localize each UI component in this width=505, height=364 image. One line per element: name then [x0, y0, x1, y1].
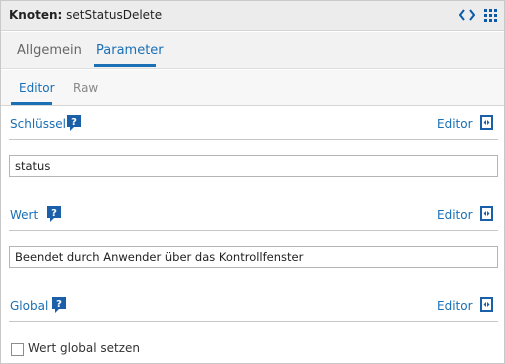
global-value-checkbox[interactable]: [11, 343, 24, 356]
value-label: Wert: [10, 208, 39, 222]
svg-text:?: ?: [71, 117, 77, 128]
expand-editor-icon[interactable]: [480, 206, 493, 221]
divider: [9, 230, 498, 231]
panel-title: Knoten: setStatusDelete: [9, 8, 162, 22]
key-input[interactable]: [9, 155, 498, 177]
tab-allgemein[interactable]: Allgemein: [17, 43, 82, 58]
grid-menu-icon[interactable]: [484, 9, 497, 22]
key-editor-link[interactable]: Editor: [437, 117, 473, 131]
code-brackets-icon[interactable]: [458, 7, 476, 23]
expand-editor-icon[interactable]: [480, 297, 493, 312]
node-properties-panel: Knoten: setStatusDelete Allgemein Parame…: [0, 0, 505, 364]
checkbox-label: Wert global setzen: [28, 341, 141, 355]
global-label: Global: [10, 299, 49, 313]
expand-editor-icon[interactable]: [480, 115, 493, 130]
subtab-raw[interactable]: Raw: [73, 81, 98, 95]
help-icon[interactable]: ?: [67, 115, 81, 131]
node-name: setStatusDelete: [66, 8, 163, 22]
help-icon[interactable]: ?: [52, 297, 66, 313]
divider: [9, 321, 498, 322]
divider: [9, 139, 498, 140]
help-icon[interactable]: ?: [47, 206, 61, 222]
subtab-editor[interactable]: Editor: [19, 81, 55, 95]
main-tabs: Allgemein Parameter: [1, 32, 504, 69]
title-prefix: Knoten:: [9, 8, 63, 22]
active-subtab-indicator: [11, 102, 52, 105]
sub-tabs: Editor Raw: [1, 70, 504, 106]
tab-parameter[interactable]: Parameter: [96, 43, 164, 58]
panel-header: Knoten: setStatusDelete: [1, 1, 504, 31]
svg-text:?: ?: [56, 299, 62, 310]
value-editor-link[interactable]: Editor: [437, 208, 473, 222]
value-input[interactable]: [9, 246, 498, 268]
key-label: Schlüssel: [10, 117, 66, 131]
svg-text:?: ?: [51, 208, 57, 219]
active-tab-indicator: [94, 64, 156, 67]
global-editor-link[interactable]: Editor: [437, 299, 473, 313]
